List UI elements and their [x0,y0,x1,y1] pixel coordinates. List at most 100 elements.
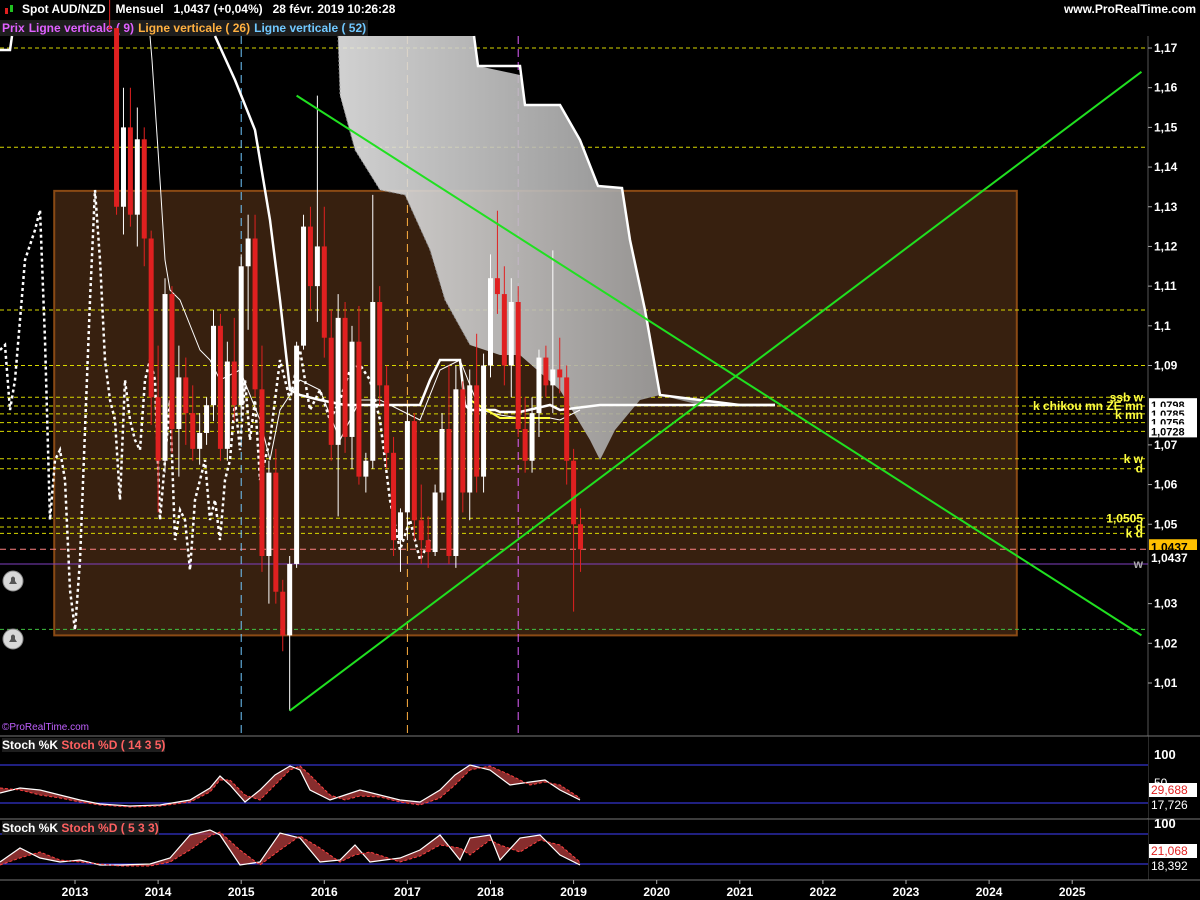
candle-body [564,377,570,461]
candle-body [494,278,500,295]
candle-body [259,389,265,556]
candle-body [377,302,383,386]
candle-body [446,429,452,556]
candle-body [391,452,397,541]
time-tick-label: 2017 [394,885,421,899]
time-tick-label: 2020 [643,885,670,899]
candle-body [550,369,556,386]
candle-body [287,563,293,636]
candle[interactable] [391,436,397,556]
candle-body [162,294,168,461]
price-tick-label: 1,14 [1154,160,1178,174]
candle-body [335,317,341,445]
candle-body [404,421,410,513]
candle-body [363,460,369,477]
stoch1-d-label[interactable]: Stoch %D ( 14 3 5) [61,738,165,752]
candle-body [397,512,403,541]
time-tick-label: 2014 [145,885,172,899]
stoch1-k-label[interactable]: Stoch %K [2,738,58,752]
candle-body [252,238,258,390]
candle[interactable] [301,214,307,350]
price-tick-label: 1,05 [1154,517,1178,531]
candle-body [508,302,514,366]
candle-body [578,524,584,550]
candle[interactable] [238,254,244,418]
candle-body [356,341,362,477]
candle[interactable] [432,484,438,556]
candle-body [211,325,216,406]
candle-body [238,266,244,406]
candle[interactable] [169,286,175,453]
candle[interactable] [107,0,113,30]
candle-body [183,377,189,414]
candle-body [439,429,445,493]
stoch-tick-100: 100 [1154,747,1176,762]
time-tick-label: 2016 [311,885,338,899]
stoch2-d-label[interactable]: Stoch %D ( 5 3 3) [61,821,158,835]
stoch-d-value: 21,068 [1151,844,1188,858]
time-tick-label: 2018 [477,885,504,899]
price-tick-label: 1,15 [1154,120,1178,134]
candle-body [266,472,272,556]
candle[interactable] [294,341,300,568]
current-price-label-2: 1,0437 [1151,551,1188,565]
time-tick-label: 2023 [893,885,920,899]
price-tick-label: 1,17 [1154,41,1178,55]
candle-body [169,294,175,429]
price-tick-label: 1,07 [1154,438,1178,452]
candle-body [217,325,223,449]
stoch-panel-bg [0,819,1148,881]
time-tick-label: 2022 [810,885,837,899]
candle-body [557,369,563,378]
candle[interactable] [162,278,168,473]
price-tick-label: 1,09 [1154,359,1178,373]
price-tick-label: 1,06 [1154,478,1178,492]
candle[interactable] [453,365,459,568]
candle[interactable] [252,214,258,398]
candle-body [197,432,203,449]
candle[interactable] [342,302,348,453]
price-chart[interactable]: 1,171,161,151,141,131,121,111,11,091,071… [0,0,1200,900]
time-tick-label: 2024 [976,885,1003,899]
candle-body [155,397,161,461]
time-axis-bg [0,880,1200,900]
candle-body [301,226,307,346]
candle-body [418,520,424,541]
candle-body [543,357,549,386]
candle-body [134,139,140,215]
candle[interactable] [481,353,487,493]
candle-body [432,492,438,553]
candle[interactable] [114,28,120,215]
candle-body [231,361,237,406]
candle-body [522,429,528,461]
stoch1-legend: Stoch %K Stoch %D ( 14 3 5) [2,738,166,752]
level-label: d [1136,462,1143,476]
candle-body [571,460,577,525]
candle-body [488,278,493,366]
level-label: k d [1126,526,1143,540]
candle[interactable] [148,230,154,426]
stoch2-legend: Stoch %K Stoch %D ( 5 3 3) [2,821,159,835]
candle-body [280,591,286,636]
price-tick-label: 1,01 [1154,676,1178,690]
time-tick-label: 2021 [726,885,753,899]
time-tick-label: 2019 [560,885,587,899]
candle-body [176,377,182,429]
stoch2-k-label[interactable]: Stoch %K [2,821,58,835]
candle-body [190,413,196,449]
level-box-label: 1,0728 [1151,426,1185,438]
alert-bell-icon[interactable] [2,570,24,592]
candle[interactable] [211,309,216,422]
stoch-k-value: 18,392 [1151,859,1188,873]
alert-bell-icon[interactable] [2,628,24,650]
price-tick-label: 1,12 [1154,239,1178,253]
candle[interactable] [217,313,223,461]
candle[interactable] [515,286,521,437]
price-tick-label: 1,02 [1154,636,1178,650]
candle-body [411,421,417,521]
level-label: k mn [1115,408,1143,422]
candle-body [501,294,507,366]
level-label: w [1133,557,1144,571]
candle-body [120,127,126,207]
candle-body [294,345,300,564]
